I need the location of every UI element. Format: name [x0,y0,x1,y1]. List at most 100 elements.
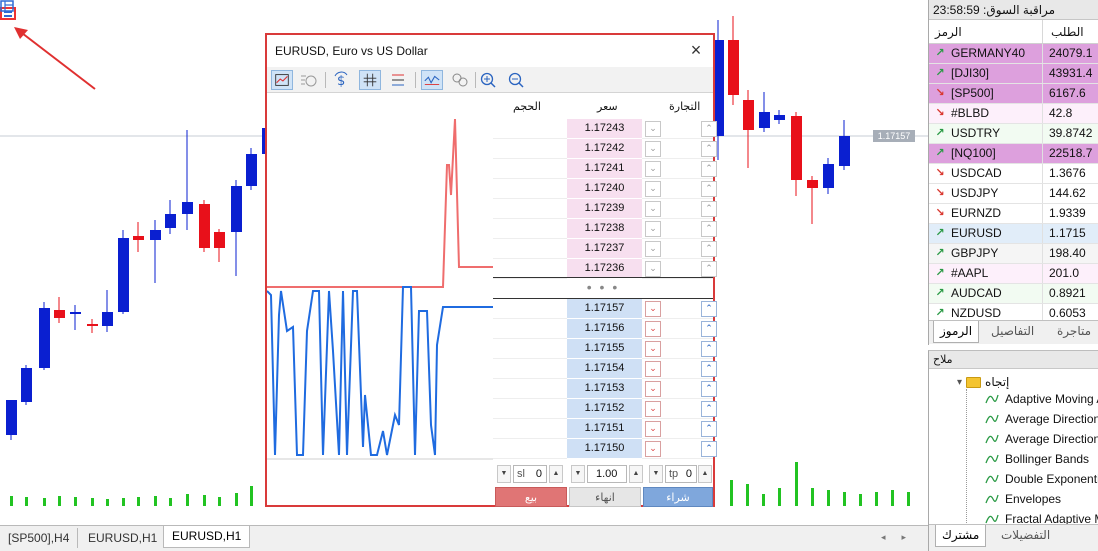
tab-favorites[interactable]: التفضيلات [995,525,1056,547]
indicator-item[interactable]: Envelopes [985,489,1061,509]
ladder-row[interactable]: 1.17241 ⌄ ⌃ [493,159,717,179]
sell-limit-box[interactable]: ⌄ [645,161,661,177]
symbol-column-header[interactable]: الرمز [929,20,1043,43]
sl-up-arrow[interactable]: ▲ [549,465,563,483]
volume-down-arrow[interactable]: ▼ [571,465,585,483]
buy-limit-box[interactable]: ⌃ [701,261,717,277]
bubble-view-icon[interactable] [449,70,471,90]
buy-limit-box[interactable]: ⌃ [701,321,717,337]
sell-button[interactable]: بيع [495,487,567,507]
sell-limit-box[interactable]: ⌄ [645,401,661,417]
chevron-down-icon[interactable]: ▾ [957,377,962,388]
symbol-row[interactable]: ↗ #AAPL 201.0 [929,264,1098,284]
symbol-row[interactable]: ↗ USDTRY 39.8742 [929,124,1098,144]
volume-up-arrow[interactable]: ▲ [629,465,643,483]
symbol-row[interactable]: ↘ #BLBD 42.8 [929,104,1098,124]
symbol-row[interactable]: ↗ GBPJPY 198.40 [929,244,1098,264]
buy-limit-box[interactable]: ⌃ [701,221,717,237]
ladder-row[interactable]: 1.17239 ⌄ ⌃ [493,199,717,219]
buy-limit-box[interactable]: ⌃ [701,181,717,197]
indicator-item[interactable]: Average Directional Index [985,409,1098,429]
volume-field[interactable]: 1.00 [587,465,627,483]
sell-limit-box[interactable]: ⌄ [645,441,661,457]
sell-limit-box[interactable]: ⌄ [645,301,661,317]
sell-limit-box[interactable]: ⌄ [645,341,661,357]
sell-limit-box[interactable]: ⌄ [645,141,661,157]
symbol-row[interactable]: ↘ [SP500] 6167.6 [929,84,1098,104]
close-position-button[interactable]: انهاء [569,487,641,507]
sell-limit-box[interactable]: ⌄ [645,321,661,337]
ladder-row[interactable]: 1.17156 ⌄ ⌃ [493,319,717,339]
buy-limit-box[interactable]: ⌃ [701,301,717,317]
symbol-row[interactable]: ↗ GERMANY40 24079.1 [929,44,1098,64]
navigator-toolbar-icon[interactable] [0,0,14,12]
tab-sp500-h4[interactable]: [SP500],H4 [0,528,79,548]
buy-limit-box[interactable]: ⌃ [701,121,717,137]
sell-limit-box[interactable]: ⌄ [645,121,661,137]
ladder-row[interactable]: 1.17151 ⌄ ⌃ [493,419,717,439]
buy-limit-box[interactable]: ⌃ [701,421,717,437]
buy-limit-box[interactable]: ⌃ [701,201,717,217]
sl-down-arrow[interactable]: ▼ [497,465,511,483]
tab-scroll-arrows[interactable]: ◂▸ [881,532,922,543]
ladder-row[interactable]: 1.17236 ⌄ ⌃ [493,259,717,279]
tp-down-arrow[interactable]: ▼ [649,465,663,483]
sell-limit-box[interactable]: ⌄ [645,221,661,237]
ladder-row[interactable]: 1.17237 ⌄ ⌃ [493,239,717,259]
chart-view-icon[interactable] [271,70,293,90]
symbol-row[interactable]: ↘ USDCAD 1.3676 [929,164,1098,184]
indicator-item[interactable]: Bollinger Bands [985,449,1089,469]
buy-limit-box[interactable]: ⌃ [701,401,717,417]
ladder-row[interactable]: 1.17243 ⌄ ⌃ [493,119,717,139]
sell-limit-box[interactable]: ⌄ [645,261,661,277]
symbol-row[interactable]: ↘ EURNZD 1.9339 [929,204,1098,224]
buy-limit-box[interactable]: ⌃ [701,341,717,357]
sell-limit-box[interactable]: ⌄ [645,381,661,397]
ladder-row[interactable]: 1.17240 ⌄ ⌃ [493,179,717,199]
buy-button[interactable]: شراء [643,487,713,507]
sell-limit-box[interactable]: ⌄ [645,201,661,217]
buy-limit-box[interactable]: ⌃ [701,241,717,257]
close-icon[interactable]: × [687,41,705,59]
tp-up-arrow[interactable]: ▲ [698,465,712,483]
tab-eurusd-h1[interactable]: EURUSD,H1 [80,528,167,548]
tab-trading[interactable]: متاجرة [1051,321,1097,343]
tab-common[interactable]: مشترك [935,525,987,547]
sl-field[interactable]: sl 0 [513,465,547,483]
ladder-row[interactable]: 1.17157 ⌄ ⌃ [493,299,717,319]
zoom-out-icon[interactable] [505,70,527,90]
buy-limit-box[interactable]: ⌃ [701,441,717,457]
buy-limit-box[interactable]: ⌃ [701,361,717,377]
symbol-row[interactable]: ↘ USDJPY 144.62 [929,184,1098,204]
sell-limit-box[interactable]: ⌄ [645,241,661,257]
bid-column-header[interactable]: الطلب [1043,20,1098,43]
symbol-row[interactable]: ↗ [NQ100] 22518.7 [929,144,1098,164]
tab-details[interactable]: التفاصيل [985,321,1040,343]
indicator-item[interactable]: Adaptive Moving Average [985,389,1098,409]
indicator-item[interactable]: Double Exponential Moving Average [985,469,1098,489]
sell-limit-box[interactable]: ⌄ [645,421,661,437]
symbol-row[interactable]: ↗ EURUSD 1.1715 [929,224,1098,244]
ladder-row[interactable]: 1.17242 ⌄ ⌃ [493,139,717,159]
time-settings-icon[interactable] [297,70,319,90]
symbol-row[interactable]: ↗ [DJI30] 43931.4 [929,64,1098,84]
zoom-in-icon[interactable] [477,70,499,90]
center-price-icon[interactable] [359,70,381,90]
symbol-row[interactable]: ↗ AUDCAD 0.8921 [929,284,1098,304]
ladder-row[interactable]: 1.17152 ⌄ ⌃ [493,399,717,419]
auto-scroll-icon[interactable]: $ [331,70,353,90]
tp-field[interactable]: tp 0 [665,465,697,483]
buy-limit-box[interactable]: ⌃ [701,161,717,177]
sell-limit-box[interactable]: ⌄ [645,181,661,197]
order-list-icon[interactable] [387,70,409,90]
buy-limit-box[interactable]: ⌃ [701,141,717,157]
sell-limit-box[interactable]: ⌄ [645,361,661,377]
buy-limit-box[interactable]: ⌃ [701,381,717,397]
indicator-item[interactable]: Average Directional Index Wilder [985,429,1098,449]
ladder-row[interactable]: 1.17153 ⌄ ⌃ [493,379,717,399]
ladder-row[interactable]: 1.17150 ⌄ ⌃ [493,439,717,459]
ladder-row[interactable]: 1.17155 ⌄ ⌃ [493,339,717,359]
tick-chart-icon[interactable] [421,70,443,90]
ladder-row[interactable]: 1.17238 ⌄ ⌃ [493,219,717,239]
tab-eurusd-h1-active[interactable]: EURUSD,H1 [163,526,251,548]
